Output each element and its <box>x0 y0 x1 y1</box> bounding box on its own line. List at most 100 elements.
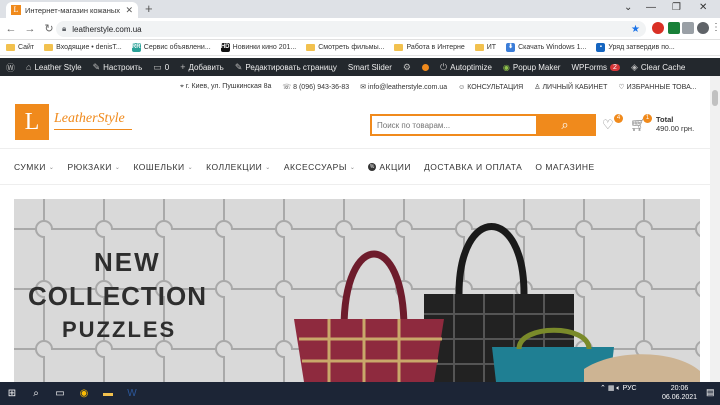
slider-label: Smart Slider <box>347 62 392 72</box>
folder-icon <box>474 44 484 51</box>
wpforms-badge: 2 <box>610 63 620 71</box>
taskbar-search-icon[interactable]: ⌕ <box>24 388 48 399</box>
menu-item-wallets[interactable]: КОШЕЛЬКИ ⌄ <box>133 162 193 172</box>
bookmark-item[interactable]: ⬇ Скачать Windows 1... <box>506 43 586 52</box>
chevron-down-icon: ⌄ <box>114 164 121 171</box>
clock-date: 06.06.2021 <box>662 394 698 401</box>
gear-icon: ⚙ <box>402 61 411 72</box>
comments-link[interactable]: ▭ 0 <box>153 62 169 73</box>
hd-icon: HD <box>220 43 230 52</box>
banner-line-1: NEW <box>94 247 161 277</box>
forward-icon[interactable]: → <box>22 23 38 35</box>
menu-label: О МАГАЗИНЕ <box>535 162 595 172</box>
extension-icon[interactable] <box>668 22 680 34</box>
logo-mark[interactable]: L <box>15 104 49 140</box>
chevron-down-icon: ⌄ <box>349 164 356 171</box>
windows-start-icon[interactable]: ⊞ <box>0 388 24 399</box>
file-explorer-icon[interactable]: ▬ <box>96 388 120 399</box>
scrollbar-thumb[interactable] <box>712 90 718 106</box>
cart-count-badge: 1 <box>643 114 652 123</box>
minimize-icon[interactable]: ⌄ <box>624 2 632 13</box>
bookmark-label: Уряд затвердив по... <box>608 44 675 51</box>
cabinet-link[interactable]: ♙ ЛИЧНЫЙ КАБИНЕТ <box>534 83 607 91</box>
wpforms-link[interactable]: WPForms 2 <box>571 63 620 72</box>
reload-icon[interactable]: ↻ <box>41 22 57 35</box>
window-minimize-button[interactable]: — <box>646 2 656 13</box>
menu-item-sales[interactable]: % АКЦИИ <box>368 162 411 172</box>
lock-icon[interactable]: 🔒︎ <box>62 24 66 34</box>
logo-text[interactable]: LeatherStyle <box>54 111 125 127</box>
cart-total-label: Total <box>656 115 674 124</box>
window-close-button[interactable]: ✕ <box>699 2 707 13</box>
extension-icon[interactable] <box>652 22 664 34</box>
bookmark-item[interactable]: Входящие • denisT... <box>44 44 122 51</box>
gear-link[interactable]: ⚙ <box>403 62 411 73</box>
extensions-puzzle-icon[interactable] <box>682 22 694 34</box>
smart-slider-link[interactable]: Smart Slider <box>348 63 392 72</box>
bookmark-item[interactable]: HD Новинки кино 201... <box>220 43 297 52</box>
chevron-up-icon[interactable]: ⌃ <box>600 385 606 392</box>
page-scrollbar[interactable] <box>710 76 720 382</box>
autoptimize-label: Autoptimize <box>450 62 492 72</box>
menu-item-about[interactable]: О МАГАЗИНЕ <box>535 162 594 172</box>
tab-close-icon[interactable]: ✕ <box>125 5 133 16</box>
phone-link[interactable]: ☏ 8 (096) 943-36-83 <box>282 83 349 91</box>
autoptimize-link[interactable]: ⏻ Autoptimize <box>440 62 492 73</box>
bookmark-item[interactable]: ИТ <box>474 44 496 51</box>
search-button[interactable]: ⌕ <box>536 116 594 134</box>
bookmark-item[interactable]: Работа в Интерне <box>394 44 465 51</box>
mail-icon: ✉ <box>360 84 367 91</box>
bookmark-label: Скачать Windows 1... <box>518 44 587 51</box>
address-bar[interactable]: 🔒︎ leatherstyle.com.ua ★ <box>56 21 646 37</box>
volume-icon[interactable]: 🔈︎ <box>616 385 620 392</box>
bookmark-item[interactable]: Смотреть фильмы... <box>306 44 384 51</box>
browser-tab[interactable]: L Интернет-магазин кожаных из... ✕ <box>6 2 138 18</box>
wishlist-heart-icon[interactable]: ♡ <box>602 117 614 133</box>
email-link[interactable]: ✉ info@leatherstyle.com.ua <box>360 83 447 91</box>
back-icon[interactable]: ← <box>3 23 19 35</box>
menu-item-collections[interactable]: КОЛЛЕКЦИИ ⌄ <box>206 162 271 172</box>
search-input[interactable] <box>372 116 536 134</box>
menu-item-backpacks[interactable]: РЮКЗАКИ ⌄ <box>67 162 120 172</box>
browser-menu-icon[interactable]: ⋮ <box>711 22 720 33</box>
autoptimize-icon: ⏻ <box>439 61 448 72</box>
email-text: info@leatherstyle.com.ua <box>368 84 448 91</box>
chrome-taskbar-icon[interactable]: ◉ <box>72 388 96 399</box>
bookmark-label: Новинки кино 201... <box>232 44 297 51</box>
hero-banner[interactable]: NEW COLLECTION PUZZLES <box>14 199 700 382</box>
bookmark-item[interactable]: ▪ Уряд затвердив по... <box>596 43 675 52</box>
bookmark-item[interactable]: Сайт <box>6 44 34 51</box>
bookmark-label: Сайт <box>18 44 35 51</box>
address-url[interactable]: leatherstyle.com.ua <box>72 25 625 34</box>
chevron-down-icon: ⌄ <box>48 164 55 171</box>
customize-link[interactable]: ✎ Настроить <box>93 62 143 73</box>
language-indicator[interactable]: РУС <box>623 385 637 392</box>
wp-logo-button[interactable]: Ⓦ <box>6 61 15 74</box>
popup-maker-link[interactable]: ◉ Popup Maker <box>503 63 561 72</box>
clear-cache-link[interactable]: ◈ Clear Cache <box>631 62 685 73</box>
menu-item-accessories[interactable]: АКСЕССУАРЫ ⌄ <box>284 162 356 172</box>
new-tab-button[interactable]: + <box>145 1 153 16</box>
window-maximize-button[interactable]: ❐ <box>672 2 681 13</box>
bookmark-item[interactable]: RR Сервис объявлени... <box>131 43 211 52</box>
clock[interactable]: 20:06 06.06.2021 <box>662 384 697 402</box>
site-name-link[interactable]: ⌂ Leather Style <box>26 62 82 72</box>
bookmark-star-icon[interactable]: ★ <box>631 24 640 35</box>
task-view-icon[interactable]: ▭ <box>48 388 72 399</box>
status-dot[interactable] <box>421 63 429 71</box>
comment-icon: ▭ <box>153 61 162 72</box>
network-icon[interactable]: ▦ <box>608 385 615 392</box>
menu-item-bags[interactable]: СУМКИ ⌄ <box>14 162 54 172</box>
notifications-icon[interactable]: ▤ <box>706 387 715 398</box>
consult-link[interactable]: ☺ КОНСУЛЬТАЦИЯ <box>458 84 523 91</box>
profile-avatar[interactable] <box>697 22 709 34</box>
menu-item-delivery[interactable]: ДОСТАВКА И ОПЛАТА <box>424 162 522 172</box>
word-icon[interactable]: W <box>120 388 144 399</box>
add-new-link[interactable]: + Добавить <box>180 62 224 72</box>
folder-icon <box>394 44 404 51</box>
edit-page-link[interactable]: ✎ Редактировать страницу <box>235 62 337 73</box>
favorites-link[interactable]: ♡ ИЗБРАННЫЕ ТОВА... <box>618 83 696 91</box>
banner-line-3: PUZZLES <box>62 317 176 342</box>
site-favicon-icon: L <box>11 5 21 15</box>
header-divider <box>0 148 720 149</box>
